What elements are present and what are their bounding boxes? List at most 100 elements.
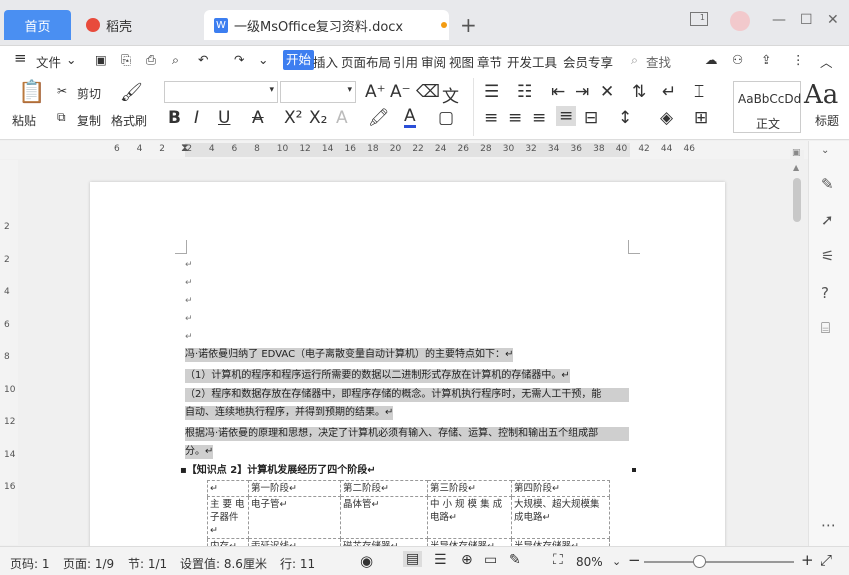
- menu-references[interactable]: 引用: [393, 52, 418, 71]
- paragraph-4-line-1[interactable]: 根据冯·诺依曼的原理和思想，决定了计算机必须有输入、存储、运算、控制和输出五个组…: [185, 427, 629, 441]
- select-cursor-icon[interactable]: ➚: [821, 211, 834, 229]
- paste-button[interactable]: 粘贴: [12, 112, 36, 129]
- new-tab-plus-icon[interactable]: +: [460, 13, 477, 37]
- collapse-ribbon-icon[interactable]: ︿: [820, 52, 833, 71]
- paste-icon[interactable]: 📋: [18, 80, 45, 105]
- hamburger-icon[interactable]: ≡: [14, 49, 27, 67]
- show-marks-icon[interactable]: ↵: [662, 82, 676, 102]
- tab-stop-icon[interactable]: ⌶: [694, 82, 704, 102]
- status-setting[interactable]: 设置值: 8.6厘米: [180, 555, 267, 572]
- pinyin-icon[interactable]: 文: [442, 82, 459, 107]
- panel-collapse-icon[interactable]: ⌄: [821, 145, 829, 156]
- write-view-icon[interactable]: ✎: [509, 552, 521, 568]
- zoom-slider[interactable]: [644, 561, 794, 563]
- menu-start[interactable]: 开始: [283, 50, 315, 70]
- section-heading[interactable]: ▪【知识点 2】计算机发展经历了四个阶段↵: [180, 464, 376, 478]
- strikethrough-icon[interactable]: A: [252, 108, 264, 128]
- underline-icon[interactable]: U: [218, 108, 230, 128]
- numbering-icon[interactable]: ☷: [517, 82, 532, 102]
- status-pages[interactable]: 页面: 1/9: [63, 555, 114, 572]
- table-cell[interactable]: 第一阶段↵: [248, 480, 341, 497]
- print-preview-icon[interactable]: ⌕: [172, 52, 179, 68]
- shrink-font-icon[interactable]: A⁻: [390, 82, 411, 102]
- table-cell[interactable]: 第二阶段↵: [340, 480, 428, 497]
- align-center-icon[interactable]: ≡: [508, 108, 522, 128]
- justify-icon[interactable]: ≡: [556, 106, 577, 126]
- table-cell[interactable]: ↵: [207, 480, 249, 497]
- font-color-icon[interactable]: A: [404, 108, 416, 128]
- style-heading-preview[interactable]: Aa: [804, 80, 838, 110]
- redo-icon[interactable]: ↷: [234, 52, 244, 67]
- borders-icon[interactable]: ⊞: [694, 108, 708, 128]
- distributed-icon[interactable]: ⊟: [584, 108, 598, 128]
- zoom-dropdown-icon[interactable]: ⌄: [612, 555, 621, 568]
- more-dots-icon[interactable]: ⋯: [821, 516, 836, 534]
- subscript-icon[interactable]: X₂: [309, 108, 327, 128]
- status-line[interactable]: 行: 11: [280, 555, 315, 572]
- style-normal[interactable]: AaBbCcDd 正文: [733, 81, 801, 133]
- paragraph-4-line-2[interactable]: 分。↵: [185, 445, 214, 459]
- line-spacing-icon[interactable]: ↕: [618, 108, 632, 128]
- tab-doke[interactable]: 稻壳: [78, 10, 198, 40]
- bullets-icon[interactable]: ☰: [484, 82, 499, 102]
- table-cell[interactable]: 第三阶段↵: [427, 480, 512, 497]
- archive-icon[interactable]: ⌸: [821, 319, 830, 337]
- char-border-icon[interactable]: ▢: [438, 108, 454, 128]
- save-icon[interactable]: ▣: [95, 52, 107, 67]
- font-size-select[interactable]: ▾: [280, 81, 356, 103]
- close-icon[interactable]: ✕: [827, 12, 839, 28]
- italic-icon[interactable]: I: [194, 108, 199, 128]
- document-page[interactable]: ↵ ↵ ↵ ↵ ↵ 冯·诺依曼归纳了 EDVAC（电子离散变量自动计算机）的主要…: [90, 182, 725, 555]
- font-family-select[interactable]: ▾: [164, 81, 278, 103]
- text-effect-icon[interactable]: A: [336, 108, 348, 128]
- stage-table[interactable]: ↵ 第一阶段↵ 第二阶段↵ 第三阶段↵ 第四阶段↵ 主 要 电子器件↵ 电子管↵…: [207, 480, 610, 555]
- copy-icon[interactable]: ⧉: [57, 110, 66, 125]
- more-icon[interactable]: ⋮: [792, 52, 805, 67]
- pen-icon[interactable]: ✎: [821, 175, 834, 193]
- align-left-icon[interactable]: ≡: [484, 108, 498, 128]
- superscript-icon[interactable]: X²: [284, 108, 302, 128]
- align-right-icon[interactable]: ≡: [532, 108, 546, 128]
- indent-marker-icon[interactable]: ⧗: [181, 141, 189, 155]
- decrease-indent-icon[interactable]: ⇤: [551, 82, 565, 102]
- print-icon[interactable]: ⎙: [146, 52, 156, 68]
- sort-icon[interactable]: ⇅: [632, 82, 646, 102]
- zoom-slider-knob[interactable]: [693, 555, 706, 568]
- search-icon[interactable]: ⌕: [631, 52, 638, 68]
- chinese-layout-icon[interactable]: ✕: [600, 82, 614, 102]
- table-cell[interactable]: 第四阶段↵: [511, 480, 610, 497]
- settings-slider-icon[interactable]: ⚟: [821, 247, 834, 265]
- menu-insert[interactable]: 插入: [313, 52, 338, 71]
- clear-format-icon[interactable]: ⌫: [416, 82, 440, 102]
- tab-home[interactable]: 首页: [4, 10, 71, 40]
- undo-icon[interactable]: ↶: [198, 52, 208, 67]
- search-label[interactable]: 查找: [646, 52, 671, 71]
- menu-view[interactable]: 视图: [449, 52, 474, 71]
- read-view-icon[interactable]: ▭: [484, 552, 497, 568]
- status-page[interactable]: 页码: 1: [10, 555, 50, 572]
- bold-icon[interactable]: B: [168, 108, 181, 128]
- status-section[interactable]: 节: 1/1: [128, 555, 167, 572]
- menu-chapter[interactable]: 章节: [477, 52, 502, 71]
- zoom-out-icon[interactable]: −: [628, 551, 641, 569]
- share-icon[interactable]: ⇪: [761, 52, 771, 67]
- table-cell[interactable]: 主 要 电子器件↵: [207, 496, 249, 539]
- scrollbar-thumb[interactable]: [793, 178, 801, 222]
- paragraph-2[interactable]: （1）计算机的程序和程序运行所需要的数据以二进制形式存放在计算机的存储器中。↵: [185, 369, 570, 383]
- cut-button[interactable]: 剪切: [77, 85, 101, 102]
- outline-view-icon[interactable]: ☰: [434, 552, 447, 568]
- page-view-icon[interactable]: ▤: [403, 551, 423, 567]
- maximize-icon[interactable]: ☐: [800, 12, 813, 28]
- chevron-down-icon[interactable]: ⌄: [66, 52, 76, 67]
- zoom-level[interactable]: 80%: [576, 555, 603, 569]
- fullscreen-icon[interactable]: ⤢: [820, 551, 832, 569]
- table-cell[interactable]: 电子管↵: [248, 496, 341, 539]
- paragraph-1[interactable]: 冯·诺依曼归纳了 EDVAC（电子离散变量自动计算机）的主要特点如下：↵: [185, 348, 514, 362]
- avatar[interactable]: [730, 11, 750, 31]
- menu-page-layout[interactable]: 页面布局: [341, 52, 391, 71]
- zoom-in-icon[interactable]: +: [801, 551, 814, 569]
- table-cell[interactable]: 中 小 规 模 集 成 电路↵: [427, 496, 512, 539]
- highlight-icon[interactable]: 🖍: [368, 108, 390, 128]
- menu-review[interactable]: 审阅: [421, 52, 446, 71]
- increase-indent-icon[interactable]: ⇥: [575, 82, 589, 102]
